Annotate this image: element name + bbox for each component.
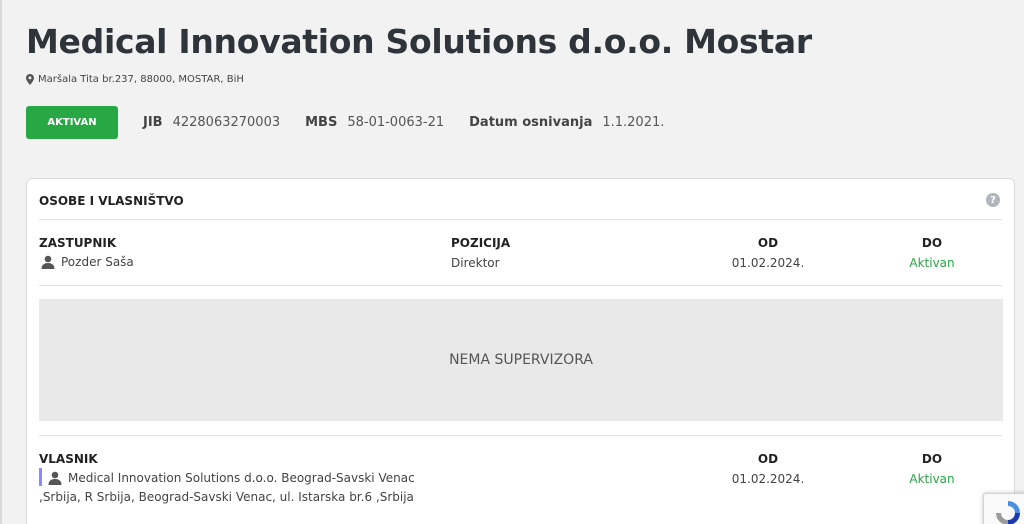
question-circle-icon[interactable]: ? (986, 193, 1000, 207)
user-icon (41, 255, 55, 269)
representative-position: Direktor (451, 256, 500, 270)
company-title: Medical Innovation Solutions d.o.o. Most… (26, 22, 812, 61)
owner-name-line2: ,Srbija, R Srbija, Beograd-Savski Venac,… (39, 490, 414, 504)
divider (39, 219, 1002, 220)
map-pin-icon (26, 74, 34, 85)
divider (39, 435, 1002, 436)
from-header: OD (757, 236, 779, 250)
card-title: OSOBE I VLASNIŠTVO (39, 194, 184, 208)
owner-status: Aktivan (909, 472, 955, 486)
persons-ownership-card: OSOBE I VLASNIŠTVO ? ZASTUPNIK POZICIJA … (26, 178, 1015, 524)
representative-row: Pozder Saša (41, 255, 134, 269)
representative-from-date: 01.02.2024. (731, 256, 805, 270)
founding-date-value: 1.1.2021. (602, 115, 665, 130)
status-active-button[interactable]: AKTIVAN (26, 106, 118, 139)
company-address: Maršala Tita br.237, 88000, MOSTAR, BiH (26, 74, 244, 85)
representative-name[interactable]: Pozder Saša (61, 255, 134, 269)
owner-to-header: DO (921, 452, 943, 466)
address-text: Maršala Tita br.237, 88000, MOSTAR, BiH (38, 74, 244, 85)
mbs-label: MBS (305, 115, 338, 130)
jib-value: 4228063270003 (172, 115, 281, 130)
user-icon (48, 471, 62, 485)
supervisors-empty-panel: NEMA SUPERVIZORA (39, 299, 1003, 421)
mbs-value: 58-01-0063-21 (347, 115, 445, 130)
owner-from-header: OD (757, 452, 779, 466)
company-meta: JIB 4228063270003 MBS 58-01-0063-21 Datu… (143, 115, 689, 130)
jib-label: JIB (143, 115, 163, 130)
owner-from-date: 01.02.2024. (731, 472, 805, 486)
page-left-border (0, 0, 2, 524)
representative-header: ZASTUPNIK (39, 236, 117, 250)
owner-accent-bar (39, 468, 42, 486)
divider (39, 285, 1002, 286)
to-header: DO (921, 236, 943, 250)
owner-name-line1[interactable]: Medical Innovation Solutions d.o.o. Beog… (68, 471, 415, 485)
owner-row: Medical Innovation Solutions d.o.o. Beog… (48, 471, 415, 485)
representative-status: Aktivan (909, 256, 955, 270)
owner-header: VLASNIK (39, 452, 98, 466)
recaptcha-badge[interactable] (983, 493, 1024, 524)
position-header: POZICIJA (451, 236, 511, 250)
recaptcha-icon (996, 501, 1020, 524)
founding-date-label: Datum osnivanja (469, 115, 593, 130)
